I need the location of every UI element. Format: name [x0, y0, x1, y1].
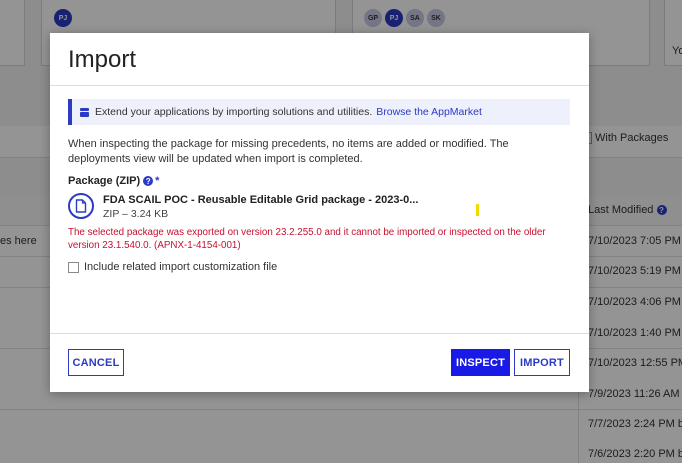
file-meta: ZIP – 3.24 KB: [103, 208, 169, 220]
browse-appmarket-link[interactable]: Browse the AppMarket: [376, 106, 482, 118]
package-field-label: Package (ZIP) ? *: [68, 175, 159, 187]
include-customization-checkbox-row[interactable]: Include related import customization fil…: [68, 261, 277, 273]
info-banner: Extend your applications by importing so…: [68, 99, 570, 125]
banner-text: Extend your applications by importing so…: [95, 106, 373, 118]
required-marker: *: [155, 175, 160, 187]
dialog-title: Import: [68, 46, 137, 73]
document-icon: [68, 193, 94, 219]
text-cursor-highlight: [476, 204, 479, 216]
info-text: When inspecting the package for missing …: [68, 138, 509, 165]
inspect-button[interactable]: INSPECT: [451, 349, 510, 376]
include-customization-checkbox[interactable]: [68, 261, 79, 273]
cancel-button[interactable]: CANCEL: [68, 349, 124, 376]
package-label-text: Package (ZIP): [68, 175, 141, 187]
divider: [50, 333, 589, 334]
divider: [50, 85, 589, 86]
app-market-icon: [80, 107, 89, 117]
import-button[interactable]: IMPORT: [514, 349, 570, 376]
error-message: The selected package was exported on ver…: [68, 227, 546, 251]
file-name: FDA SCAIL POC - Reusable Editable Grid p…: [103, 194, 419, 206]
help-icon[interactable]: ?: [143, 176, 154, 186]
checkbox-label: Include related import customization fil…: [84, 261, 278, 273]
import-dialog: Import Extend your applications by impor…: [50, 33, 589, 392]
